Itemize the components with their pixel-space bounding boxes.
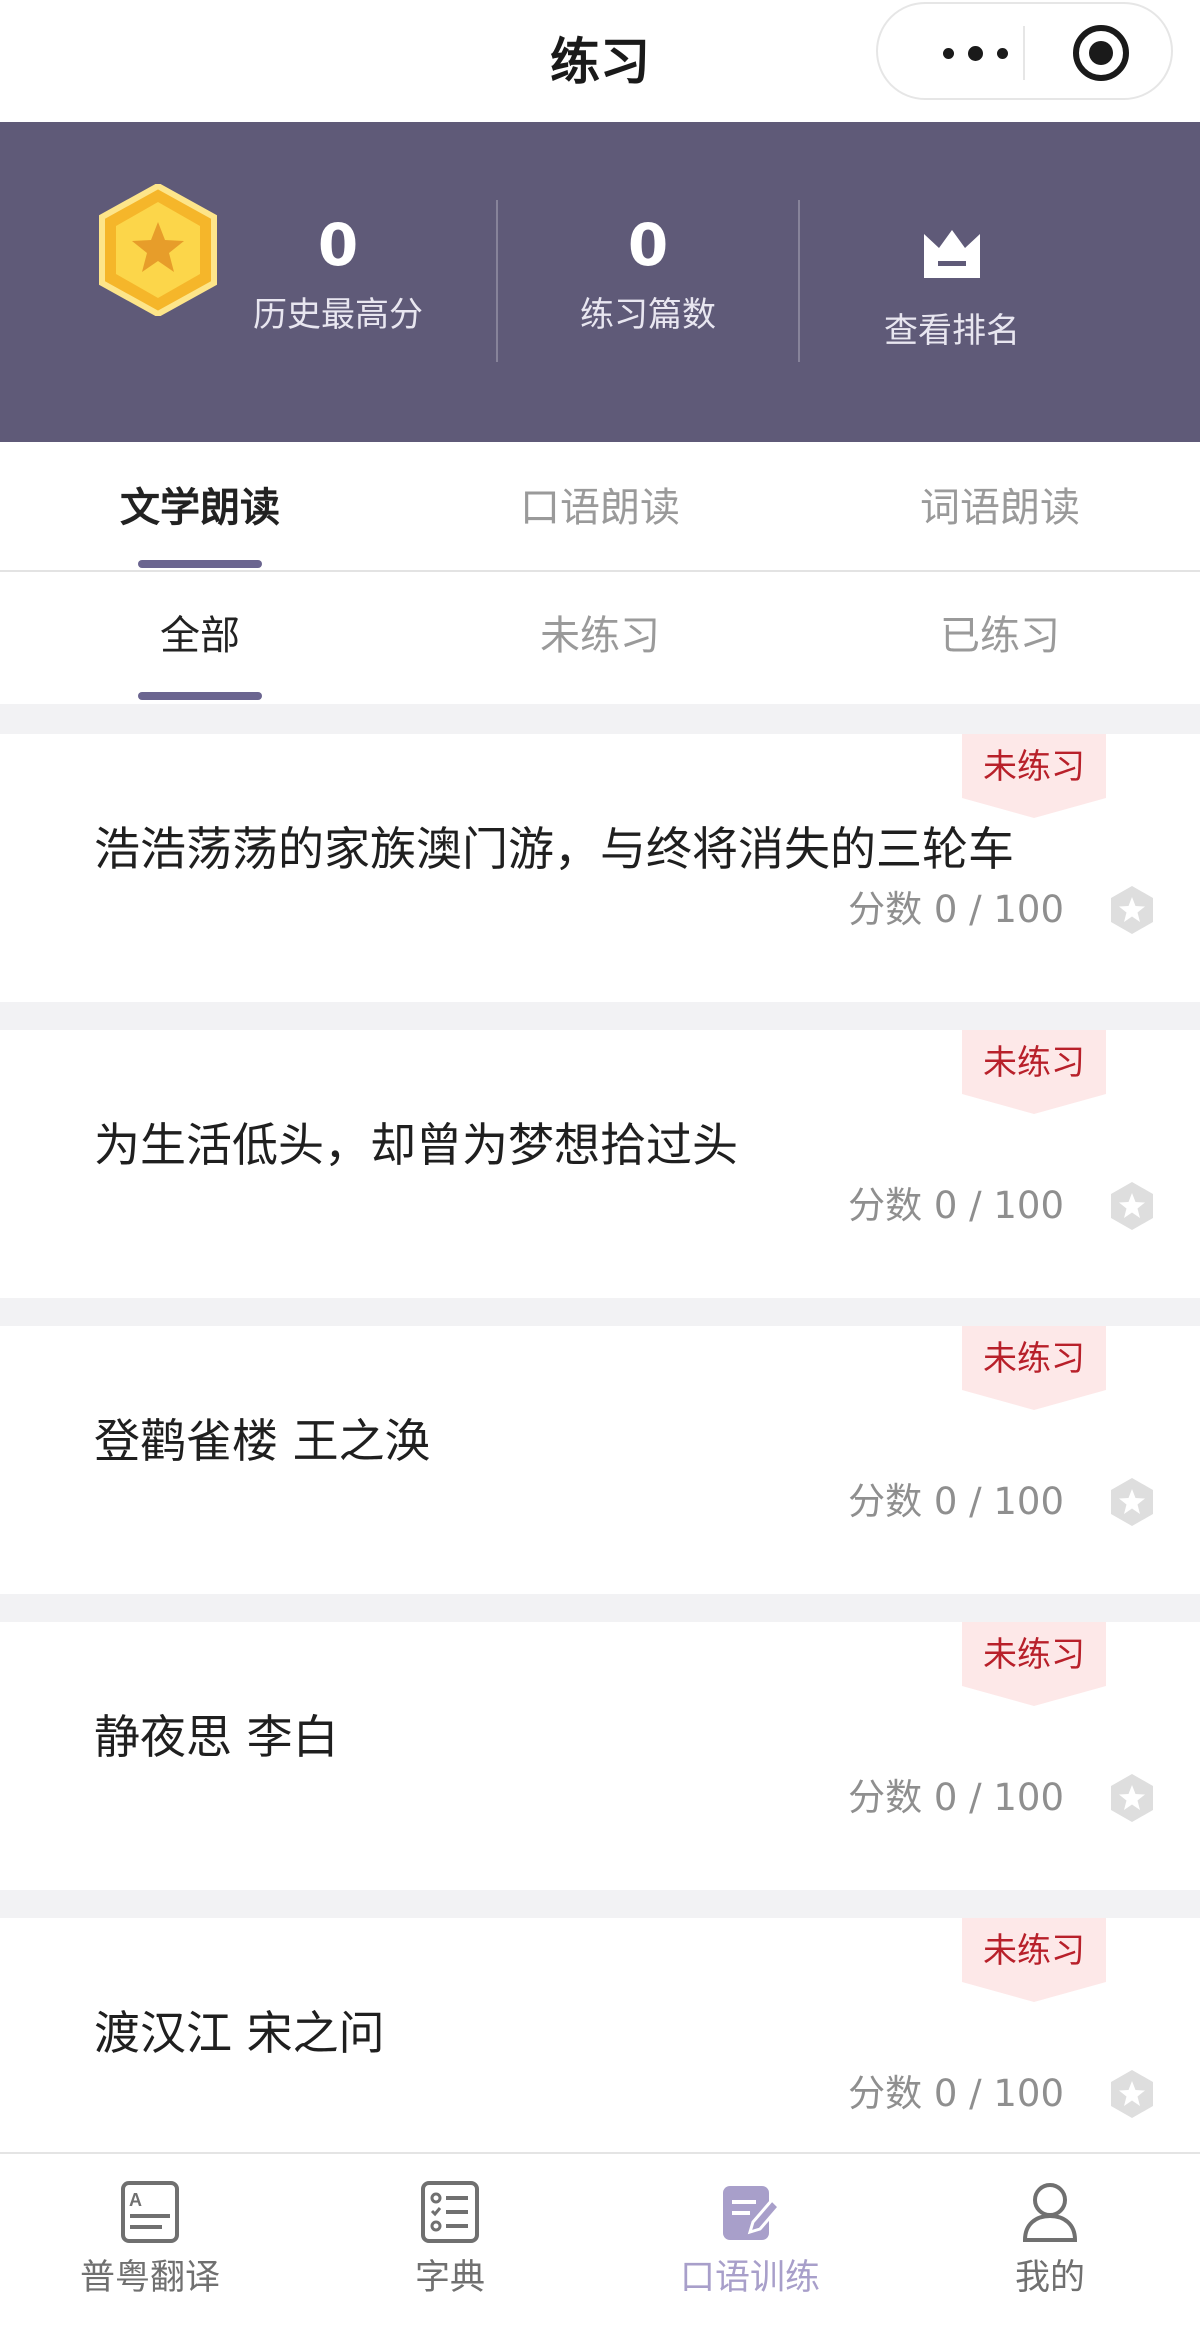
active-tab-indicator [138, 560, 262, 568]
crown-icon[interactable] [922, 228, 982, 280]
close-target-icon[interactable] [1073, 25, 1129, 81]
item-title: 为生活低头，却曾为梦想拾过头 [94, 1118, 738, 1172]
status-badge: 未练习 [962, 734, 1106, 818]
star-icon [1111, 1774, 1153, 1822]
list-item[interactable]: 未练习 浩浩荡荡的家族澳门游，与终将消失的三轮车 分数 0 / 100 [0, 734, 1200, 1002]
list-item[interactable]: 未练习 静夜思 李白 分数 0 / 100 [0, 1622, 1200, 1890]
nav-oral-training[interactable]: 口语训练 [600, 2154, 900, 2325]
tab-word-reading[interactable]: 词语朗读 [900, 480, 1100, 536]
nav-translate[interactable]: A 普粤翻译 [0, 2154, 300, 2325]
item-title: 渡汉江 宋之问 [94, 2006, 385, 2060]
status-badge: 未练习 [962, 1622, 1106, 1706]
list-item[interactable]: 未练习 渡汉江 宋之问 分数 0 / 100 [0, 1918, 1200, 2152]
star-icon [1111, 886, 1153, 934]
item-score: 分数 0 / 100 [848, 1480, 1064, 1523]
status-badge-label: 未练习 [983, 1931, 1085, 1971]
practice-count-value: 0 [627, 211, 669, 279]
title-bar: 练习 [0, 0, 1200, 122]
medal-icon [99, 184, 217, 316]
practice-list: 未练习 浩浩荡荡的家族澳门游，与终将消失的三轮车 分数 0 / 100 未练习 … [0, 704, 1200, 2152]
star-icon [1111, 2070, 1153, 2118]
category-tabs: 文学朗读 口语朗读 词语朗读 [0, 442, 1200, 572]
status-badge-label: 未练习 [983, 747, 1085, 787]
item-score: 分数 0 / 100 [848, 1184, 1064, 1227]
user-icon [1022, 2183, 1078, 2242]
stats-banner: 0 历史最高分 0 练习篇数 查看排名 [0, 122, 1200, 442]
filter-not-practiced[interactable]: 未练习 [500, 608, 700, 664]
bottom-nav: A 普粤翻译 字典 口语训练 我的 [0, 2152, 1200, 2323]
item-score: 分数 0 / 100 [848, 2072, 1064, 2115]
item-title: 登鹳雀楼 王之涣 [94, 1414, 431, 1468]
item-title: 静夜思 李白 [94, 1710, 339, 1764]
status-badge-label: 未练习 [983, 1635, 1085, 1675]
tab-literature-reading[interactable]: 文学朗读 [100, 480, 300, 536]
star-icon [1111, 1478, 1153, 1526]
tab-spoken-reading[interactable]: 口语朗读 [500, 480, 700, 536]
best-score-stat: 0 历史最高分 [230, 202, 446, 338]
status-badge: 未练习 [962, 1326, 1106, 1410]
nav-profile-label: 我的 [1014, 2258, 1085, 2298]
filter-tabs: 全部 未练习 已练习 [0, 572, 1200, 704]
filter-all[interactable]: 全部 [100, 608, 300, 664]
status-badge-label: 未练习 [983, 1339, 1085, 1379]
best-score-value: 0 [317, 211, 359, 279]
mini-program-capsule [876, 2, 1173, 100]
active-filter-indicator [138, 692, 262, 700]
status-badge-label: 未练习 [983, 1043, 1085, 1083]
filter-practiced[interactable]: 已练习 [900, 608, 1100, 664]
capsule-divider [1023, 26, 1025, 80]
item-score: 分数 0 / 100 [848, 888, 1064, 931]
view-ranking-link[interactable]: 查看排名 [800, 308, 1104, 354]
star-icon [1111, 1182, 1153, 1230]
list-item[interactable]: 未练习 登鹳雀楼 王之涣 分数 0 / 100 [0, 1326, 1200, 1594]
nav-translate-label: 普粤翻译 [79, 2258, 220, 2298]
nav-profile[interactable]: 我的 [900, 2154, 1200, 2325]
practice-count-label: 练习篇数 [580, 295, 716, 335]
status-badge: 未练习 [962, 1918, 1106, 2002]
nav-oral-training-label: 口语训练 [679, 2258, 820, 2298]
checklist-icon [421, 2181, 479, 2243]
translate-card-icon: A [121, 2181, 179, 2243]
item-title: 浩浩荡荡的家族澳门游，与终将消失的三轮车 [94, 822, 1014, 876]
list-item[interactable]: 未练习 为生活低头，却曾为梦想拾过头 分数 0 / 100 [0, 1030, 1200, 1298]
more-menu-icon[interactable] [920, 38, 1030, 68]
item-score: 分数 0 / 100 [848, 1776, 1064, 1819]
status-badge: 未练习 [962, 1030, 1106, 1114]
edit-note-icon [723, 2186, 780, 2240]
best-score-label: 历史最高分 [253, 295, 423, 335]
nav-dictionary[interactable]: 字典 [300, 2154, 600, 2325]
stat-divider [496, 200, 498, 362]
nav-dictionary-label: 字典 [414, 2258, 485, 2298]
svg-text:A: A [129, 2190, 142, 2210]
practice-count-stat: 0 练习篇数 [548, 202, 748, 338]
